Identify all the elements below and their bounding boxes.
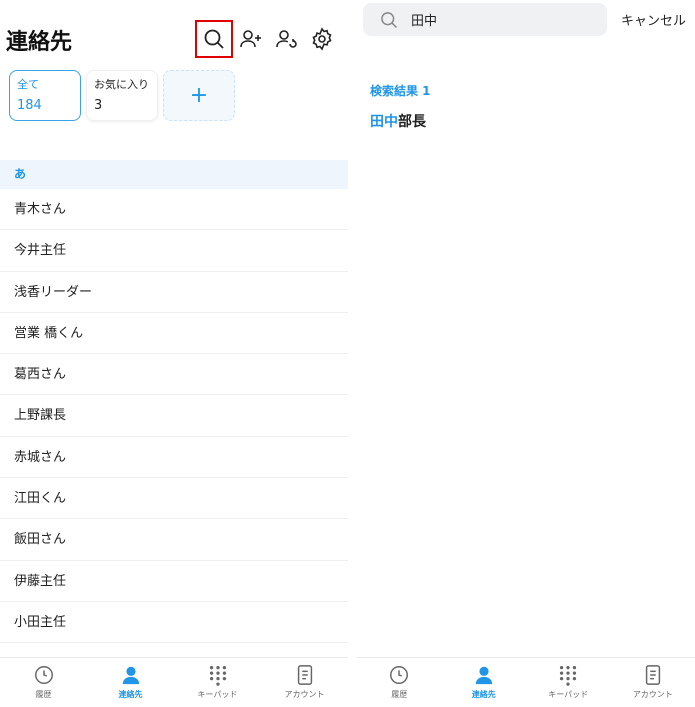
nav-label: アカウント (284, 690, 325, 699)
search-input[interactable] (411, 12, 591, 27)
nav-label: 連絡先 (118, 690, 143, 699)
group-card-all[interactable]: 全て 184 (9, 70, 81, 121)
search-bar[interactable] (363, 3, 607, 36)
contact-item[interactable]: 青木さん (0, 189, 348, 231)
nav-contacts[interactable]: 連絡先 (87, 658, 174, 707)
search-result-count: 検索結果 1 (370, 84, 431, 98)
nav-account[interactable]: アカウント (261, 658, 348, 707)
gear-icon (312, 27, 332, 51)
nav-keypad[interactable]: キーパッド (526, 658, 611, 707)
contact-item[interactable]: 浅香リーダー (0, 272, 348, 313)
person-icon (475, 666, 492, 685)
card-count: 3 (94, 98, 103, 113)
section-header: あ (0, 160, 348, 189)
contact-item[interactable]: 上野課長 (0, 395, 348, 437)
clock-icon (390, 666, 409, 684)
add-user-icon (240, 30, 261, 48)
keypad-icon (209, 666, 226, 686)
nav-label: キーパッド (197, 690, 238, 699)
contact-item[interactable]: 営業 橋くん (0, 313, 348, 355)
card-label: 全て (17, 78, 39, 91)
document-icon (645, 665, 660, 685)
contacts-screen: 連絡先 全て 184 お気に入り 3 + あ 青木さん 今井主任 浅香リーダー … (0, 0, 348, 707)
search-result-item[interactable]: 田中部長 (370, 111, 426, 131)
nav-history[interactable]: 履歴 (357, 658, 442, 707)
settings-button[interactable] (305, 22, 339, 56)
page-title: 連絡先 (6, 30, 73, 55)
card-label: お気に入り (94, 78, 149, 91)
search-icon (381, 11, 398, 28)
contact-item[interactable]: 伊藤主任 (0, 561, 348, 602)
bottom-nav: 履歴 連絡先 キーパッド アカウント (0, 657, 348, 707)
clock-icon (34, 666, 53, 684)
sync-user-button[interactable] (270, 22, 304, 56)
nav-label: キーパッド (548, 690, 589, 699)
contact-item[interactable]: 葛西さん (0, 354, 348, 396)
search-icon (204, 29, 224, 49)
nav-label: 履歴 (35, 690, 52, 699)
nav-contacts[interactable]: 連絡先 (442, 658, 527, 707)
search-screen: キャンセル 検索結果 1 田中部長 履歴 連絡先 キーパッド アカウント (357, 0, 695, 707)
contact-list: 青木さん 今井主任 浅香リーダー 営業 橋くん 葛西さん 上野課長 赤城さん 江… (0, 189, 348, 644)
add-group-button[interactable]: + (163, 70, 235, 121)
add-user-button[interactable] (234, 22, 268, 56)
bottom-nav: 履歴 連絡先 キーパッド アカウント (357, 657, 695, 707)
card-count: 184 (17, 98, 42, 113)
person-icon (122, 666, 139, 685)
contact-item[interactable]: 今井主任 (0, 230, 348, 272)
result-rest: 部長 (398, 114, 426, 130)
search-button[interactable] (195, 20, 233, 58)
nav-label: 履歴 (391, 690, 408, 699)
contact-item[interactable]: 赤城さん (0, 437, 348, 479)
nav-history[interactable]: 履歴 (0, 658, 87, 707)
nav-keypad[interactable]: キーパッド (174, 658, 261, 707)
plus-icon: + (189, 83, 209, 108)
result-highlight: 田中 (370, 114, 398, 130)
nav-label: アカウント (632, 690, 673, 699)
sync-user-icon (276, 30, 297, 48)
document-icon (297, 665, 312, 685)
cancel-button[interactable]: キャンセル (621, 10, 686, 29)
group-card-favorites[interactable]: お気に入り 3 (86, 70, 158, 121)
nav-label: 連絡先 (471, 690, 496, 699)
nav-account[interactable]: アカウント (611, 658, 695, 707)
contact-item[interactable]: 江田くん (0, 478, 348, 520)
panel-divider (348, 0, 357, 707)
contact-item[interactable]: 飯田さん (0, 519, 348, 561)
keypad-icon (560, 666, 577, 686)
contact-item[interactable]: 小田主任 (0, 602, 348, 644)
